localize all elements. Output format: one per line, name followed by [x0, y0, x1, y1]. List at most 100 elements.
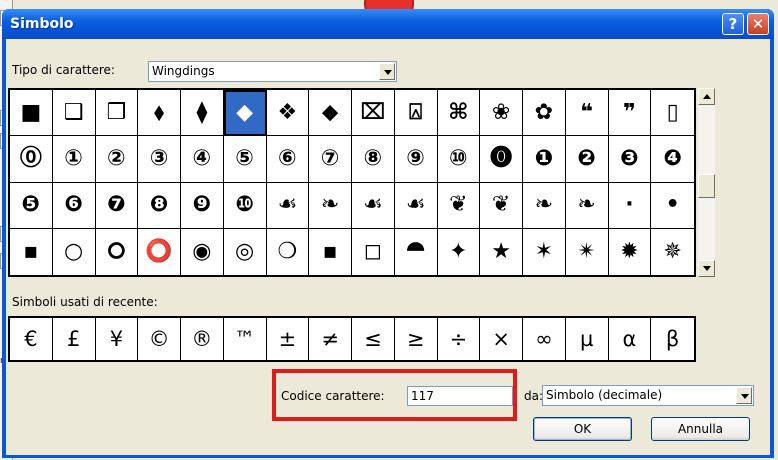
recent-symbol-cell[interactable]: β	[651, 318, 694, 360]
help-button[interactable]: ?	[722, 13, 744, 35]
symbol-cell[interactable]: ❺	[10, 182, 53, 229]
symbol-cell[interactable]: ❽	[138, 182, 181, 229]
symbol-cell[interactable]: ❞	[608, 90, 652, 137]
recent-symbol-cell[interactable]: ≤	[352, 318, 395, 360]
symbol-cell[interactable]: ⭕	[138, 228, 181, 275]
symbol-cell[interactable]: ❿	[223, 182, 267, 229]
symbol-cell[interactable]: ☙	[352, 182, 395, 229]
recent-symbol-cell[interactable]: ¥	[96, 318, 139, 360]
symbol-cell[interactable]: ❧	[523, 182, 566, 229]
symbol-cell[interactable]: ⑨	[394, 136, 438, 183]
recent-symbol-cell[interactable]: ≠	[309, 318, 352, 360]
symbol-cell[interactable]: ❒	[95, 90, 139, 137]
symbol-cell[interactable]: ▯	[651, 90, 694, 137]
chevron-down-icon[interactable]	[379, 63, 395, 80]
symbol-cell[interactable]: ❾	[181, 182, 224, 229]
cancel-button[interactable]: Annulla	[651, 417, 750, 441]
symbol-cell[interactable]: ✴	[566, 228, 609, 275]
recent-symbol-cell[interactable]: ©	[138, 318, 181, 360]
symbol-cell[interactable]: ⧫	[181, 90, 224, 137]
scroll-up-icon[interactable]	[698, 88, 715, 105]
symbol-grid[interactable]: ■ ❑ ❒ ⬧ ⧫ ◆ ❖ ⬥ ⌧ ⍓ ⌘ ❀ ✿ ❝ ❞ ▯ ⓪ ① ② ③ ④ ⑤ ⑥ ⑦ ⑧ ⑨ ⑩ ⓿ ❶ ❷ ❸ ❹ ❺ ❻ ❼ ❽ ❾ ❿ ☙ ❧…	[8, 88, 696, 277]
symbol-cell[interactable]: ✿	[523, 90, 566, 137]
char-code-field[interactable]	[407, 386, 513, 406]
recent-symbol-cell[interactable]: µ	[566, 318, 609, 360]
symbol-cell[interactable]: •	[651, 183, 694, 229]
symbol-cell[interactable]: ·	[608, 182, 652, 229]
recent-symbol-cell[interactable]: ÷	[438, 318, 481, 360]
recent-symbol-cell[interactable]: ≥	[395, 318, 438, 360]
font-select-value: Wingdings	[152, 64, 215, 78]
recent-symbols-grid[interactable]: € £ ¥ © ® ™ ± ≠ ≤ ≥ ÷ × ∞ µ α β	[8, 316, 696, 362]
font-select-label: Tipo di carattere:	[12, 63, 115, 77]
symbol-cell[interactable]: ❧	[309, 182, 352, 229]
symbol-cell[interactable]: ◻	[352, 228, 395, 275]
char-code-input[interactable]	[408, 387, 512, 405]
from-select[interactable]: Simbolo (decimale)	[542, 385, 754, 406]
symbol-cell[interactable]: ☙	[266, 182, 310, 229]
symbol-cell[interactable]: ❻	[52, 182, 96, 229]
recent-symbol-cell[interactable]: ×	[480, 318, 523, 360]
symbol-grid-scrollbar[interactable]	[698, 88, 715, 277]
scroll-down-icon[interactable]	[698, 260, 715, 277]
symbol-cell-selected[interactable]: ◆	[223, 90, 267, 137]
symbol-cell[interactable]: ■	[10, 90, 53, 137]
symbol-cell[interactable]: ❝	[565, 90, 609, 137]
symbol-cell[interactable]: ❸	[608, 136, 652, 183]
symbol-cell[interactable]: ◉	[181, 228, 224, 275]
symbol-cell[interactable]: ❀	[480, 90, 523, 137]
recent-symbol-cell[interactable]: £	[53, 318, 96, 360]
symbol-cell[interactable]: ❼	[95, 182, 139, 229]
recent-symbol-cell[interactable]: ∞	[523, 318, 566, 360]
symbol-cell[interactable]: ❑	[52, 90, 96, 137]
symbol-cell[interactable]: ☙	[394, 182, 438, 229]
font-select[interactable]: Wingdings	[148, 61, 397, 82]
recent-symbol-cell[interactable]: ™	[224, 318, 267, 360]
symbol-cell[interactable]: ⓿	[480, 136, 523, 183]
symbol-cell[interactable]: ⑥	[266, 136, 310, 183]
close-button[interactable]: ✕	[747, 13, 769, 35]
title-bar[interactable]: Simbolo ? ✕	[2, 9, 774, 39]
symbol-cell[interactable]: ⭘	[96, 228, 139, 275]
symbol-cell[interactable]: ⌘	[437, 90, 481, 137]
symbol-cell[interactable]: ❶	[523, 136, 566, 183]
symbol-cell[interactable]: ▪	[10, 228, 53, 275]
symbol-cell[interactable]: ○	[53, 228, 96, 275]
ok-button[interactable]: OK	[533, 417, 632, 441]
recent-symbol-cell[interactable]: €	[10, 318, 53, 360]
symbol-cell[interactable]: ⑩	[437, 136, 481, 183]
symbol-cell[interactable]: ❦	[437, 182, 481, 229]
symbol-cell[interactable]: ④	[181, 136, 224, 183]
symbol-cell[interactable]: ✶	[523, 228, 566, 275]
symbol-cell[interactable]: ❧	[565, 182, 609, 229]
symbol-cell[interactable]: ★	[480, 228, 523, 275]
symbol-cell[interactable]: ⑦	[309, 136, 352, 183]
symbol-cell[interactable]: ⓪	[10, 136, 53, 183]
recent-symbol-cell[interactable]: ±	[267, 318, 310, 360]
symbol-cell[interactable]: ❹	[651, 136, 694, 183]
symbol-cell[interactable]: ✦	[438, 228, 481, 275]
symbol-cell[interactable]: ⍓	[394, 90, 438, 137]
symbol-cell[interactable]: ❍	[267, 228, 310, 275]
symbol-cell[interactable]: ⯊	[395, 228, 438, 275]
symbol-cell[interactable]: ◎	[224, 228, 267, 275]
symbol-cell[interactable]: ❖	[266, 90, 310, 137]
symbol-cell[interactable]: ❦	[480, 182, 523, 229]
symbol-cell[interactable]: ✵	[651, 229, 694, 275]
symbol-cell[interactable]: ⌧	[352, 90, 395, 137]
symbol-cell[interactable]: ▪	[309, 228, 352, 275]
recent-symbol-cell[interactable]: ®	[181, 318, 224, 360]
chevron-down-icon[interactable]	[736, 387, 752, 404]
symbol-cell[interactable]: ⬧	[138, 90, 181, 137]
recent-symbol-cell[interactable]: α	[609, 318, 652, 360]
symbol-cell[interactable]: ③	[138, 136, 181, 183]
symbol-cell[interactable]: ⑧	[352, 136, 395, 183]
symbol-cell[interactable]: ✹	[609, 228, 652, 275]
char-code-label: Codice carattere:	[281, 389, 385, 403]
symbol-cell[interactable]: ⑤	[223, 136, 267, 183]
scroll-thumb[interactable]	[698, 174, 715, 198]
symbol-cell[interactable]: ❷	[565, 136, 609, 183]
symbol-cell[interactable]: ①	[52, 136, 96, 183]
symbol-cell[interactable]: ⬥	[309, 90, 352, 137]
symbol-cell[interactable]: ②	[95, 136, 139, 183]
